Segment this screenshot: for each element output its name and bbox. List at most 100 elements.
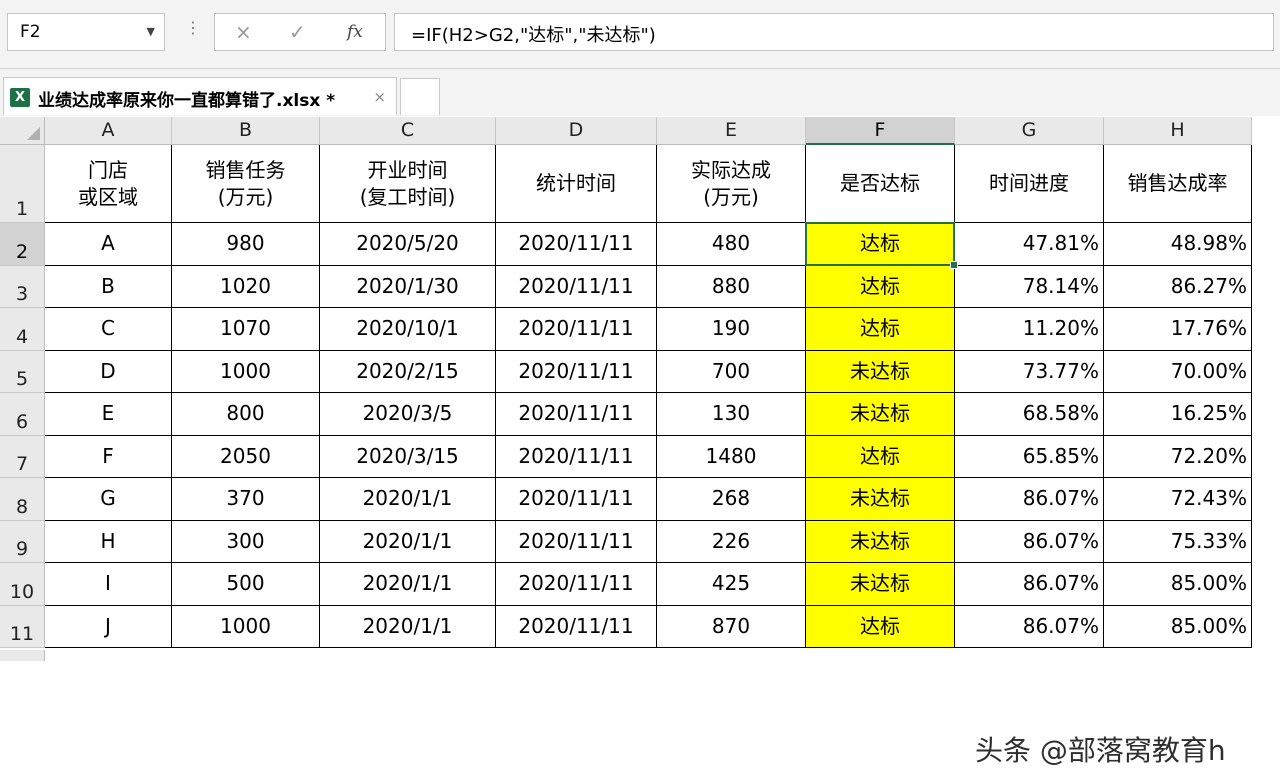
name-box[interactable]: F2 ▼ — [7, 13, 165, 51]
cell-a6[interactable]: E — [45, 393, 172, 436]
cell-b7[interactable]: 2050 — [172, 435, 320, 478]
cell-c9[interactable]: 2020/1/1 — [320, 520, 496, 563]
cell-c7[interactable]: 2020/3/15 — [320, 435, 496, 478]
cell-h5[interactable]: 70.00% — [1104, 350, 1252, 393]
cell-b8[interactable]: 370 — [172, 478, 320, 521]
cell-g2[interactable]: 47.81% — [955, 223, 1104, 266]
row-header-9[interactable]: 9 — [0, 520, 45, 563]
select-all-button[interactable] — [0, 117, 45, 145]
row-header-11[interactable]: 11 — [0, 605, 45, 648]
cell-b9[interactable]: 300 — [172, 520, 320, 563]
header-cell-a[interactable]: 门店 或区域 — [45, 145, 172, 223]
row-header-1[interactable]: 1 — [0, 145, 45, 223]
cell-a9[interactable]: H — [45, 520, 172, 563]
cell-d3[interactable]: 2020/11/11 — [496, 265, 657, 308]
row-header-6[interactable]: 6 — [0, 393, 45, 436]
cell-f7[interactable]: 达标 — [806, 435, 955, 478]
cell-b4[interactable]: 1070 — [172, 308, 320, 351]
cell-f4[interactable]: 达标 — [806, 308, 955, 351]
column-header-c[interactable]: C — [320, 117, 496, 145]
cell-g10[interactable]: 86.07% — [955, 563, 1104, 606]
cell-h8[interactable]: 72.43% — [1104, 478, 1252, 521]
header-cell-h[interactable]: 销售达成率 — [1104, 145, 1252, 223]
cell-c11[interactable]: 2020/1/1 — [320, 605, 496, 648]
cell-b2[interactable]: 980 — [172, 223, 320, 266]
cell-g5[interactable]: 73.77% — [955, 350, 1104, 393]
column-header-a[interactable]: A — [45, 117, 172, 145]
cell-c2[interactable]: 2020/5/20 — [320, 223, 496, 266]
cell-c6[interactable]: 2020/3/5 — [320, 393, 496, 436]
cell-a8[interactable]: G — [45, 478, 172, 521]
cell-g3[interactable]: 78.14% — [955, 265, 1104, 308]
header-cell-f[interactable]: 是否达标 — [806, 145, 955, 223]
cancel-icon[interactable]: × — [235, 20, 252, 44]
cell-e4[interactable]: 190 — [657, 308, 806, 351]
cell-b5[interactable]: 1000 — [172, 350, 320, 393]
cell-e11[interactable]: 870 — [657, 605, 806, 648]
cell-h6[interactable]: 16.25% — [1104, 393, 1252, 436]
column-header-g[interactable]: G — [955, 117, 1104, 145]
cell-e2[interactable]: 480 — [657, 223, 806, 266]
cell-a11[interactable]: J — [45, 605, 172, 648]
column-header-h[interactable]: H — [1104, 117, 1252, 145]
cell-f8[interactable]: 未达标 — [806, 478, 955, 521]
row-header-4[interactable]: 4 — [0, 308, 45, 351]
cell-a5[interactable]: D — [45, 350, 172, 393]
cell-d7[interactable]: 2020/11/11 — [496, 435, 657, 478]
cell-h7[interactable]: 72.20% — [1104, 435, 1252, 478]
cell-h2[interactable]: 48.98% — [1104, 223, 1252, 266]
cell-h3[interactable]: 86.27% — [1104, 265, 1252, 308]
cell-a7[interactable]: F — [45, 435, 172, 478]
cell-e10[interactable]: 425 — [657, 563, 806, 606]
cell-e7[interactable]: 1480 — [657, 435, 806, 478]
cell-a10[interactable]: I — [45, 563, 172, 606]
workbook-tab[interactable]: X 业绩达成率原来你一直都算错了.xlsx * × — [3, 77, 397, 115]
cell-g4[interactable]: 11.20% — [955, 308, 1104, 351]
cell-d8[interactable]: 2020/11/11 — [496, 478, 657, 521]
cell-h11[interactable]: 85.00% — [1104, 605, 1252, 648]
header-cell-g[interactable]: 时间进度 — [955, 145, 1104, 223]
cell-d2[interactable]: 2020/11/11 — [496, 223, 657, 266]
cell-c10[interactable]: 2020/1/1 — [320, 563, 496, 606]
cell-e3[interactable]: 880 — [657, 265, 806, 308]
cell-b10[interactable]: 500 — [172, 563, 320, 606]
cell-g11[interactable]: 86.07% — [955, 605, 1104, 648]
cell-e6[interactable]: 130 — [657, 393, 806, 436]
cell-a4[interactable]: C — [45, 308, 172, 351]
column-header-e[interactable]: E — [657, 117, 806, 145]
cell-f6[interactable]: 未达标 — [806, 393, 955, 436]
row-header-2[interactable]: 2 — [0, 223, 45, 266]
header-cell-d[interactable]: 统计时间 — [496, 145, 657, 223]
cell-f10[interactable]: 未达标 — [806, 563, 955, 606]
row-header-8[interactable]: 8 — [0, 478, 45, 521]
column-header-b[interactable]: B — [172, 117, 320, 145]
cell-f2[interactable]: 达标 — [806, 223, 955, 266]
cell-a3[interactable]: B — [45, 265, 172, 308]
cell-b6[interactable]: 800 — [172, 393, 320, 436]
header-cell-b[interactable]: 销售任务 (万元) — [172, 145, 320, 223]
cell-d4[interactable]: 2020/11/11 — [496, 308, 657, 351]
cell-h4[interactable]: 17.76% — [1104, 308, 1252, 351]
column-header-f[interactable]: F — [806, 117, 955, 145]
cell-h9[interactable]: 75.33% — [1104, 520, 1252, 563]
row-header-10[interactable]: 10 — [0, 563, 45, 606]
new-tab-button[interactable] — [400, 78, 440, 115]
cell-d9[interactable]: 2020/11/11 — [496, 520, 657, 563]
cell-c5[interactable]: 2020/2/15 — [320, 350, 496, 393]
header-cell-e[interactable]: 实际达成 (万元) — [657, 145, 806, 223]
cell-b3[interactable]: 1020 — [172, 265, 320, 308]
formula-input[interactable]: =IF(H2>G2,"达标","未达标") — [394, 13, 1274, 51]
cell-h10[interactable]: 85.00% — [1104, 563, 1252, 606]
chevron-down-icon[interactable]: ▼ — [147, 25, 155, 38]
cell-e9[interactable]: 226 — [657, 520, 806, 563]
cell-f5[interactable]: 未达标 — [806, 350, 955, 393]
row-header-3[interactable]: 3 — [0, 265, 45, 308]
cell-a2[interactable]: A — [45, 223, 172, 266]
cell-d6[interactable]: 2020/11/11 — [496, 393, 657, 436]
cell-g9[interactable]: 86.07% — [955, 520, 1104, 563]
cell-g8[interactable]: 86.07% — [955, 478, 1104, 521]
close-icon[interactable]: × — [373, 88, 386, 106]
cell-e5[interactable]: 700 — [657, 350, 806, 393]
cell-g7[interactable]: 65.85% — [955, 435, 1104, 478]
column-header-d[interactable]: D — [496, 117, 657, 145]
